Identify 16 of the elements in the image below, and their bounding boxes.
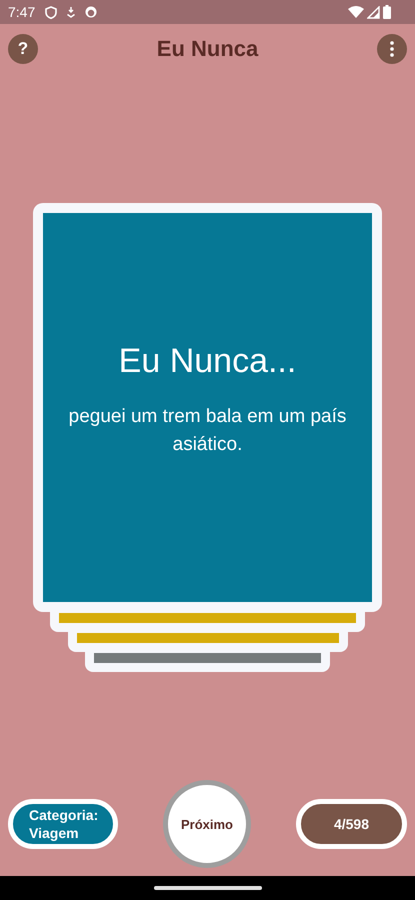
menu-icon — [390, 41, 394, 57]
home-handle[interactable] — [154, 886, 262, 890]
help-button[interactable]: ? — [8, 34, 38, 64]
next-button[interactable]: Próximo — [163, 780, 251, 868]
shield-icon — [45, 6, 58, 18]
question-text: peguei um trem bala em um país asiático. — [68, 405, 348, 457]
app-title: Eu Nunca — [156, 36, 258, 62]
category-button[interactable]: Categoria: Viagem — [8, 799, 118, 849]
card-counter: 4/598 — [296, 799, 407, 849]
download-icon — [66, 6, 76, 18]
menu-button[interactable] — [377, 34, 407, 64]
battery-icon — [383, 5, 391, 19]
card-heading: Eu Nunca... — [118, 342, 296, 381]
wifi-icon — [348, 6, 364, 18]
signal-icon — [367, 6, 380, 18]
status-time: 7:47 — [8, 4, 36, 20]
